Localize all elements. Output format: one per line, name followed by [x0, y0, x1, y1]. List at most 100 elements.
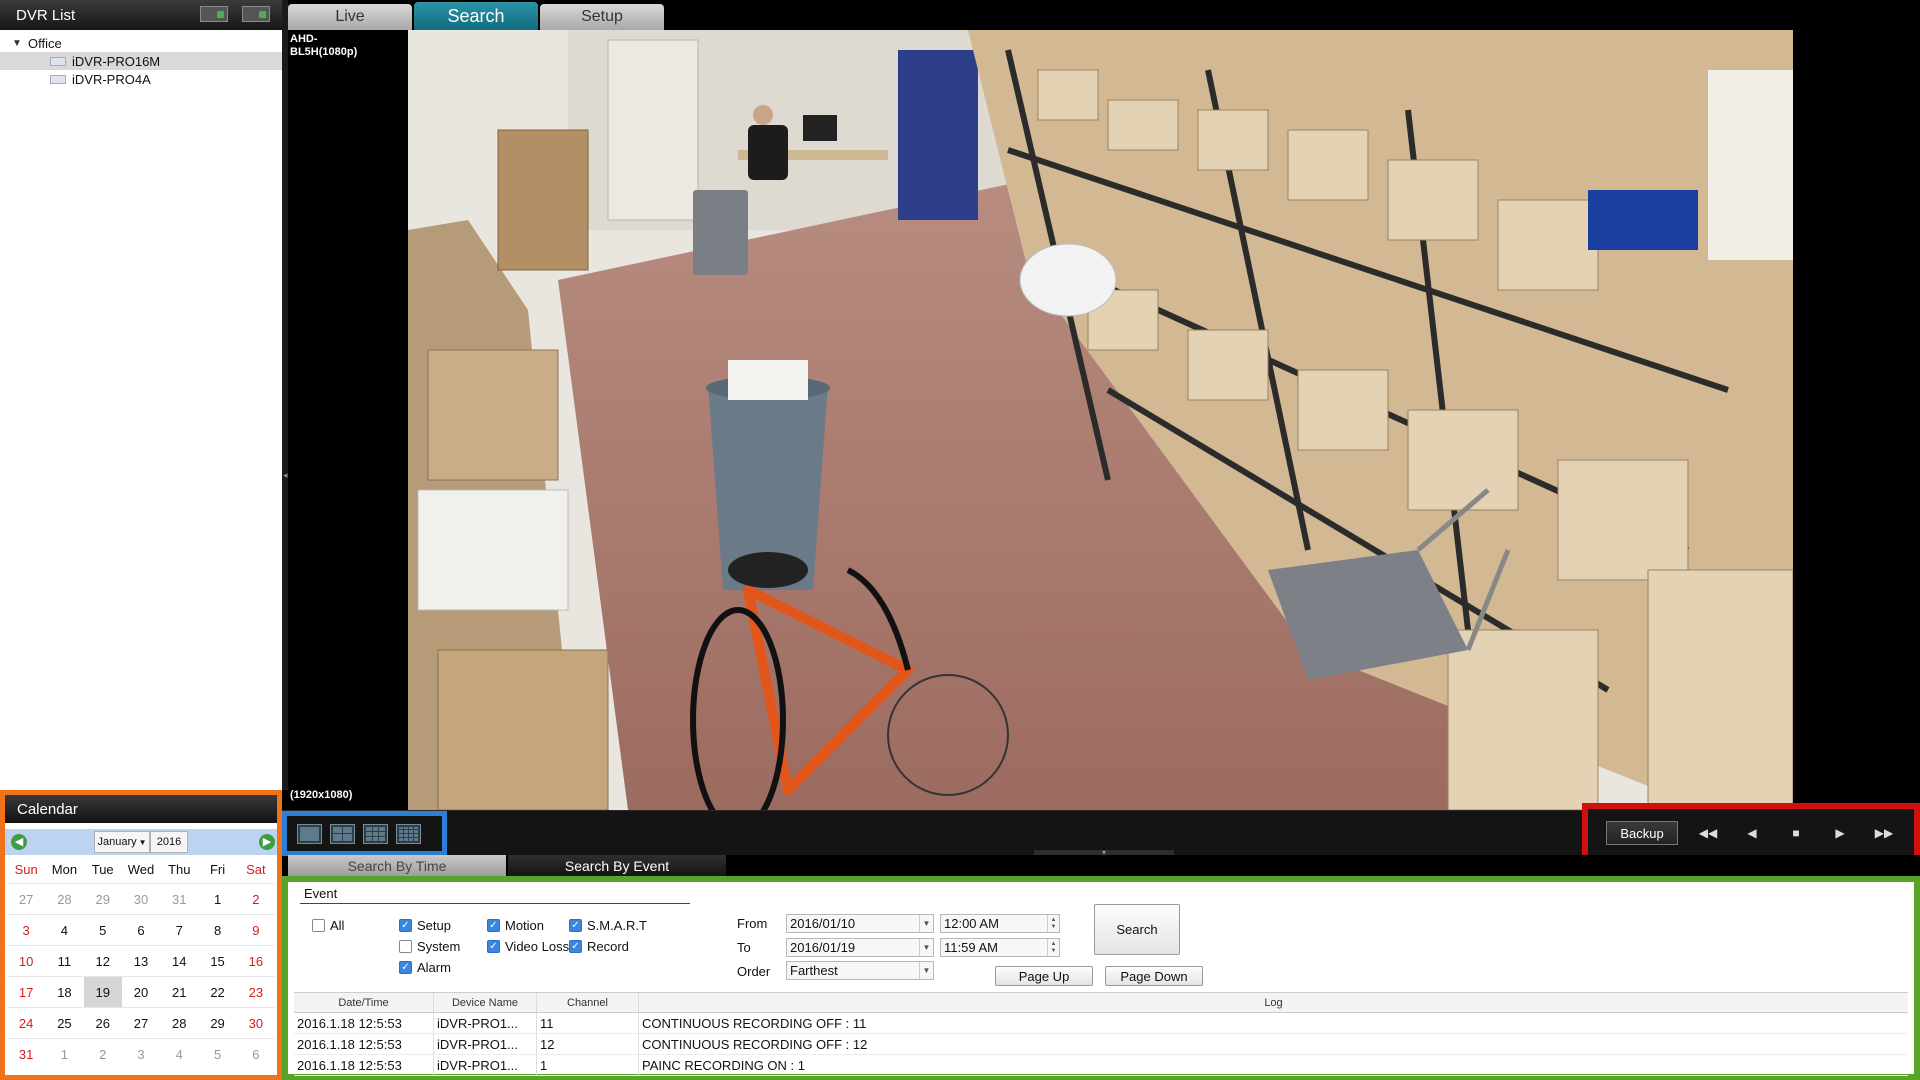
chevron-down-icon[interactable]: ▼	[919, 939, 933, 956]
calendar-day[interactable]: 30	[121, 883, 161, 914]
calendar-day[interactable]: 18	[45, 976, 84, 1007]
calendar-day[interactable]: 29	[198, 1007, 237, 1038]
from-date-select[interactable]: 2016/01/10 ▼	[786, 914, 934, 933]
layout-2x2-icon[interactable]	[330, 823, 355, 844]
checkbox-unchecked-icon[interactable]	[399, 940, 412, 953]
fast-forward-icon[interactable]: ▶▶	[1870, 822, 1898, 844]
to-time-spinner[interactable]: 11:59 AM ▲ ▼	[940, 938, 1060, 957]
tab-search-by-time[interactable]: Search By Time	[288, 855, 506, 876]
calendar-day[interactable]: 5	[198, 1038, 237, 1069]
calendar-day[interactable]: 26	[83, 1007, 122, 1038]
year-select[interactable]: 2016	[150, 831, 188, 853]
play-icon[interactable]: ▶	[1826, 822, 1854, 844]
calendar-day[interactable]: 31	[160, 883, 199, 914]
calendar-day[interactable]: 23	[236, 976, 275, 1007]
checkbox-record[interactable]: ✓ Record	[569, 939, 629, 954]
calendar-day[interactable]: 1	[198, 883, 237, 914]
calendar-day[interactable]: 10	[7, 945, 46, 976]
page-down-button[interactable]: Page Down	[1105, 966, 1203, 986]
checkbox-motion[interactable]: ✓ Motion	[487, 918, 544, 933]
spinner-arrows-icon[interactable]: ▲ ▼	[1047, 939, 1059, 956]
tab-search[interactable]: Search	[414, 2, 538, 30]
checkmark-icon[interactable]: ✓	[399, 919, 412, 932]
tab-search-by-event[interactable]: Search By Event	[508, 855, 726, 876]
calendar-day[interactable]: 25	[45, 1007, 84, 1038]
checkmark-icon[interactable]: ✓	[399, 961, 412, 974]
calendar-day[interactable]: 2	[83, 1038, 122, 1069]
checkbox-setup[interactable]: ✓ Setup	[399, 918, 451, 933]
calendar-day[interactable]: 3	[121, 1038, 161, 1069]
backup-button[interactable]: Backup	[1606, 821, 1678, 845]
calendar-day[interactable]: 21	[160, 976, 199, 1007]
calendar-day[interactable]: 16	[236, 945, 275, 976]
calendar-day[interactable]: 28	[45, 883, 84, 914]
calendar-day[interactable]: 6	[121, 914, 161, 945]
column-header-channel[interactable]: Channel	[537, 993, 639, 1012]
calendar-day[interactable]: 27	[7, 883, 46, 914]
calendar-day[interactable]: 6	[236, 1038, 275, 1069]
from-time-spinner[interactable]: 12:00 AM ▲ ▼	[940, 914, 1060, 933]
layout-4x4-icon[interactable]	[396, 823, 421, 844]
search-button[interactable]: Search	[1094, 904, 1180, 955]
expand-triangle-icon[interactable]: ▼	[12, 38, 28, 49]
checkmark-icon[interactable]: ✓	[569, 919, 582, 932]
next-month-icon[interactable]: ▶	[259, 834, 275, 850]
checkbox-all[interactable]: All	[312, 918, 344, 933]
layout-3x3-icon[interactable]	[363, 823, 388, 844]
calendar-day[interactable]: 2	[236, 883, 275, 914]
calendar-day[interactable]: 28	[160, 1007, 199, 1038]
chevron-down-icon[interactable]: ▼	[919, 915, 933, 932]
calendar-day[interactable]: 20	[121, 976, 161, 1007]
calendar-day[interactable]: 22	[198, 976, 237, 1007]
calendar-day[interactable]: 4	[45, 914, 84, 945]
chevron-down-icon[interactable]: ▼	[919, 962, 933, 979]
calendar-day[interactable]: 30	[236, 1007, 275, 1038]
to-date-select[interactable]: 2016/01/19 ▼	[786, 938, 934, 957]
calendar-day[interactable]: 8	[198, 914, 237, 945]
page-up-button[interactable]: Page Up	[995, 966, 1093, 986]
tree-device-item[interactable]: iDVR-PRO16M	[0, 52, 282, 70]
calendar-day[interactable]: 15	[198, 945, 237, 976]
calendar-day[interactable]: 27	[121, 1007, 161, 1038]
checkmark-icon[interactable]: ✓	[487, 919, 500, 932]
column-header-datetime[interactable]: Date/Time	[294, 993, 434, 1012]
calendar-day[interactable]: 12	[83, 945, 122, 976]
checkbox-smart[interactable]: ✓ S.M.A.R.T	[569, 918, 647, 933]
calendar-day[interactable]: 9	[236, 914, 275, 945]
calendar-day[interactable]: 7	[160, 914, 199, 945]
checkmark-icon[interactable]: ✓	[487, 940, 500, 953]
tab-setup[interactable]: Setup	[540, 4, 664, 30]
calendar-day[interactable]: 1	[45, 1038, 84, 1069]
dvr-settings-icon[interactable]	[242, 6, 270, 22]
calendar-day[interactable]: 11	[45, 945, 84, 976]
checkbox-alarm[interactable]: ✓ Alarm	[399, 960, 451, 975]
calendar-day-selected[interactable]: 19	[83, 976, 122, 1007]
add-dvr-icon[interactable]	[200, 6, 228, 22]
previous-month-icon[interactable]: ◀	[11, 834, 27, 850]
order-select[interactable]: Farthest ▼	[786, 961, 934, 980]
video-display[interactable]: AHD- BL5H(1080p) (1920x1080)	[288, 30, 1920, 810]
table-row[interactable]: 2016.1.18 12:5:53 iDVR-PRO1... 11 CONTIN…	[294, 1013, 1908, 1034]
checkbox-unchecked-icon[interactable]	[312, 919, 325, 932]
column-header-log[interactable]: Log	[639, 993, 1908, 1012]
checkmark-icon[interactable]: ✓	[569, 940, 582, 953]
fast-rewind-icon[interactable]: ◀◀	[1694, 822, 1722, 844]
tab-live[interactable]: Live	[288, 4, 412, 30]
month-select[interactable]: January ▼	[94, 831, 150, 853]
tree-device-item[interactable]: iDVR-PRO4A	[0, 70, 282, 88]
calendar-day[interactable]: 17	[7, 976, 46, 1007]
calendar-day[interactable]: 13	[121, 945, 161, 976]
calendar-day[interactable]: 31	[7, 1038, 46, 1069]
column-header-device[interactable]: Device Name	[434, 993, 537, 1012]
calendar-day[interactable]: 29	[83, 883, 122, 914]
calendar-day[interactable]: 14	[160, 945, 199, 976]
checkbox-video-loss[interactable]: ✓ Video Loss	[487, 939, 569, 954]
tree-group-office[interactable]: ▼ Office	[0, 34, 282, 52]
calendar-day[interactable]: 4	[160, 1038, 199, 1069]
calendar-day[interactable]: 3	[7, 914, 46, 945]
table-row[interactable]: 2016.1.18 12:5:53 iDVR-PRO1... 12 CONTIN…	[294, 1034, 1908, 1055]
spinner-arrows-icon[interactable]: ▲ ▼	[1047, 915, 1059, 932]
calendar-day[interactable]: 5	[83, 914, 122, 945]
checkbox-system[interactable]: System	[399, 939, 460, 954]
stop-icon[interactable]: ■	[1782, 822, 1810, 844]
